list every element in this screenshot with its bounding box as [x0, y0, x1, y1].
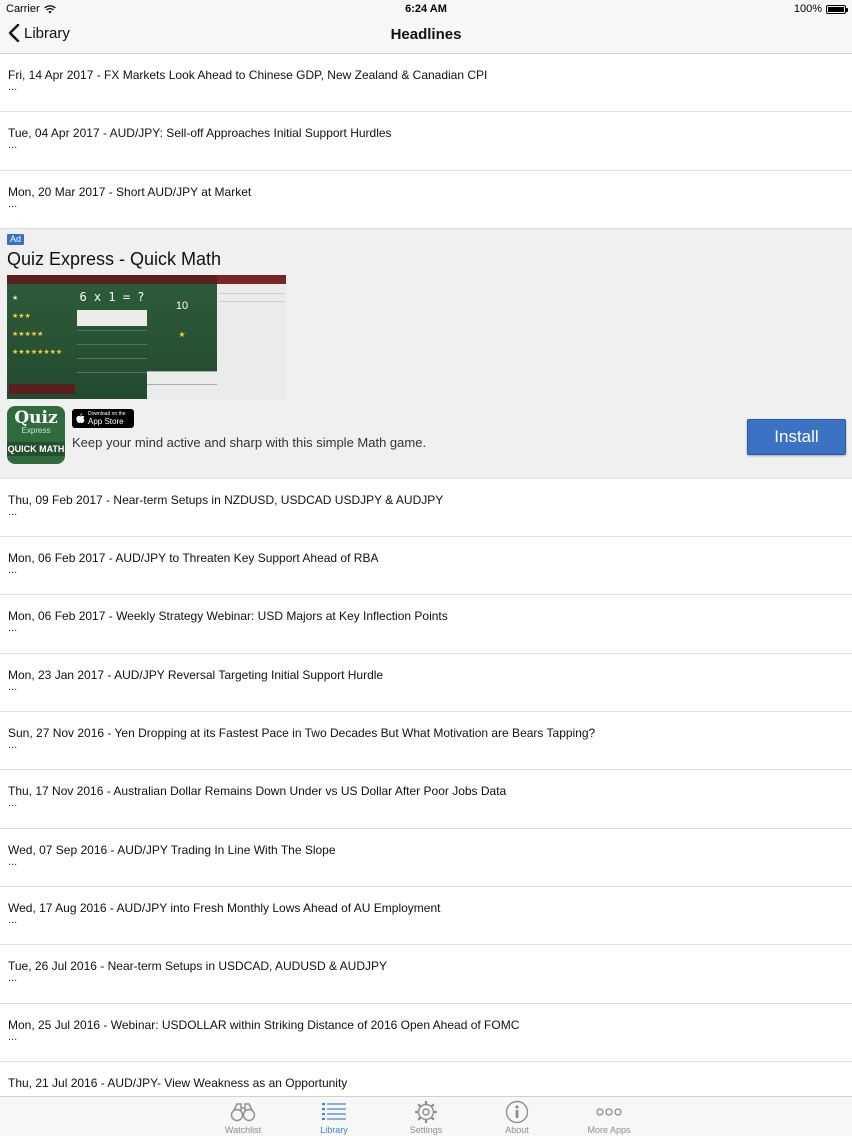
- ad-screenshots[interactable]: ★ ★★★ ★★★★★ ★★★★★★★★ 6 x 1 = ? 10 ★: [7, 274, 286, 399]
- headline-row[interactable]: Mon, 06 Feb 2017 - Weekly Strategy Webin…: [0, 595, 852, 654]
- headline-row[interactable]: Mon, 25 Jul 2016 - Webinar: USDOLLAR wit…: [0, 1003, 852, 1062]
- headline-title: Thu, 17 Nov 2016 - Australian Dollar Rem…: [8, 784, 507, 799]
- headlines-list[interactable]: Fri, 14 Apr 2017 - FX Markets Look Ahead…: [0, 54, 852, 1096]
- headline-title: Mon, 25 Jul 2016 - Webinar: USDOLLAR wit…: [8, 1017, 520, 1032]
- headline-excerpt: ...: [8, 197, 18, 210]
- tab-settings-label: Settings: [409, 1125, 443, 1135]
- tab-about[interactable]: About: [477, 1100, 557, 1135]
- ad-screenshot-1: ★ ★★★ ★★★★★ ★★★★★★★★: [7, 274, 77, 399]
- svg-text:★★★: ★★★: [12, 312, 31, 320]
- ad-description: Keep your mind active and sharp with thi…: [72, 434, 427, 450]
- tab-settings[interactable]: Settings: [386, 1100, 466, 1135]
- headline-title: Mon, 06 Feb 2017 - AUD/JPY to Threaten K…: [8, 551, 379, 566]
- svg-text:★★★★★★★★: ★★★★★★★★: [12, 348, 62, 356]
- app-store-badge[interactable]: Download on the App Store: [72, 408, 134, 428]
- tab-about-label: About: [505, 1125, 529, 1135]
- tab-more-apps-label: More Apps: [587, 1125, 631, 1135]
- headline-title: Mon, 20 Mar 2017 - Short AUD/JPY at Mark…: [8, 184, 252, 199]
- status-bar: Carrier 6:24 AM 100%: [0, 0, 852, 18]
- headline-excerpt: ...: [8, 564, 18, 577]
- ad-icon-title: Quiz: [14, 407, 58, 428]
- status-time: 6:24 AM: [405, 3, 447, 15]
- battery-indicator: 100%: [793, 3, 848, 15]
- headline-row[interactable]: Thu, 21 Jul 2016 - AUD/JPY- View Weaknes…: [0, 1061, 852, 1096]
- headline-row[interactable]: Mon, 20 Mar 2017 - Short AUD/JPY at Mark…: [0, 170, 852, 229]
- headline-row[interactable]: Sun, 27 Nov 2016 - Yen Dropping at its F…: [0, 712, 852, 771]
- svg-text:★★★★★: ★★★★★: [12, 330, 43, 338]
- headline-excerpt: ...: [8, 680, 18, 693]
- headline-row[interactable]: Tue, 26 Jul 2016 - Near-term Setups in U…: [0, 945, 852, 1004]
- ad-icon-caption: QUICK MATH: [7, 441, 65, 456]
- headline-title: Mon, 06 Feb 2017 - Weekly Strategy Webin…: [8, 609, 448, 624]
- battery-percent: 100%: [793, 3, 822, 15]
- headline-excerpt: ...: [8, 139, 18, 152]
- app-store-text: App Store: [88, 417, 124, 427]
- headline-row[interactable]: Tue, 04 Apr 2017 - AUD/JPY: Sell-off App…: [0, 112, 852, 171]
- headline-title: Mon, 23 Jan 2017 - AUD/JPY Reversal Targ…: [8, 667, 384, 682]
- page-title: Headlines: [390, 26, 462, 43]
- headline-row[interactable]: Wed, 07 Sep 2016 - AUD/JPY Trading In Li…: [0, 828, 852, 887]
- apple-icon: [76, 413, 85, 423]
- headline-row[interactable]: Fri, 14 Apr 2017 - FX Markets Look Ahead…: [0, 54, 852, 113]
- tab-watchlist[interactable]: Watchlist: [203, 1100, 283, 1135]
- ad-screen-equation: 6 x 1 = ?: [79, 289, 145, 304]
- headline-excerpt: ...: [8, 622, 18, 635]
- info-icon: [505, 1100, 529, 1124]
- headline-row[interactable]: Mon, 06 Feb 2017 - AUD/JPY to Threaten K…: [0, 537, 852, 596]
- headline-excerpt: ...: [8, 505, 18, 518]
- ad-title[interactable]: Quiz Express - Quick Math: [7, 249, 221, 270]
- ad-screenshot-4: [217, 274, 286, 399]
- svg-text:★: ★: [12, 294, 18, 302]
- ad-banner[interactable]: Ad Quiz Express - Quick Math ★ ★★★ ★★★★★…: [0, 228, 852, 479]
- more-icon: [596, 1108, 622, 1116]
- ad-screenshot-3: 10 ★: [147, 274, 217, 399]
- ad-screen-score: 10: [175, 299, 189, 312]
- headline-title: Thu, 21 Jul 2016 - AUD/JPY- View Weaknes…: [8, 1075, 348, 1090]
- headline-title: Wed, 17 Aug 2016 - AUD/JPY into Fresh Mo…: [8, 900, 441, 915]
- headline-excerpt: ...: [8, 1030, 18, 1043]
- headline-excerpt: ...: [8, 913, 18, 926]
- headline-row[interactable]: Mon, 23 Jan 2017 - AUD/JPY Reversal Targ…: [0, 653, 852, 713]
- headline-excerpt: ...: [8, 81, 18, 93]
- binoculars-icon: [230, 1103, 256, 1122]
- headline-row[interactable]: Thu, 17 Nov 2016 - Australian Dollar Rem…: [0, 770, 852, 829]
- headline-excerpt: ...: [8, 855, 18, 868]
- install-button[interactable]: Install: [747, 418, 846, 455]
- navigation-bar: Library Headlines: [0, 18, 852, 54]
- tab-more-apps[interactable]: More Apps: [569, 1100, 649, 1135]
- headline-excerpt: ...: [8, 739, 18, 752]
- tab-library[interactable]: Library: [294, 1100, 374, 1135]
- ad-icon-subtitle: Express: [21, 425, 51, 435]
- headline-title: Wed, 07 Sep 2016 - AUD/JPY Trading In Li…: [8, 842, 336, 857]
- ad-app-icon[interactable]: Quiz Express QUICK MATH: [7, 405, 65, 464]
- headline-excerpt: ...: [8, 972, 18, 985]
- gear-icon: [415, 1101, 437, 1123]
- headline-excerpt: ...: [8, 797, 18, 810]
- headline-title: Thu, 09 Feb 2017 - Near-term Setups in N…: [8, 492, 444, 507]
- headline-row[interactable]: Thu, 09 Feb 2017 - Near-term Setups in N…: [0, 478, 852, 538]
- battery-icon: [826, 4, 848, 14]
- tab-library-label: Library: [320, 1125, 348, 1135]
- headline-title: Tue, 04 Apr 2017 - AUD/JPY: Sell-off App…: [8, 126, 392, 141]
- headline-title: Sun, 27 Nov 2016 - Yen Dropping at its F…: [8, 726, 596, 741]
- tab-watchlist-label: Watchlist: [224, 1125, 262, 1135]
- list-icon: [322, 1103, 346, 1120]
- headline-title: Fri, 14 Apr 2017 - FX Markets Look Ahead…: [8, 68, 488, 82]
- tab-bar: Watchlist Library Settings About More Ap…: [0, 1096, 852, 1136]
- ad-badge: Ad: [7, 233, 25, 245]
- ad-screenshot-2: 6 x 1 = ?: [77, 274, 147, 399]
- headline-row[interactable]: Wed, 17 Aug 2016 - AUD/JPY into Fresh Mo…: [0, 886, 852, 946]
- headline-title: Tue, 26 Jul 2016 - Near-term Setups in U…: [8, 959, 388, 974]
